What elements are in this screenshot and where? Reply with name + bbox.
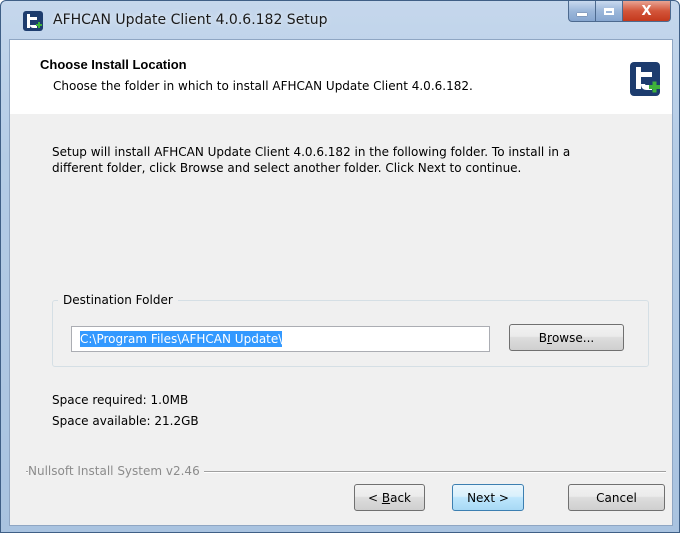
branding-separator: Nullsoft Install System v2.46 — [26, 464, 666, 478]
dialog-client-area: Choose Install Location Choose the folde… — [9, 39, 673, 526]
title-bar[interactable]: AFHCAN Update Client 4.0.6.182 Setup X — [1, 1, 679, 39]
page-title: Choose Install Location — [40, 57, 187, 72]
maximize-button[interactable] — [596, 1, 623, 22]
next-button[interactable]: Next > — [452, 484, 524, 511]
page-subtitle: Choose the folder in which to install AF… — [53, 79, 473, 93]
window-controls: X — [568, 1, 671, 23]
minimize-button[interactable] — [568, 1, 596, 22]
cancel-button[interactable]: Cancel — [568, 484, 665, 511]
afhcan-t-icon — [23, 11, 43, 31]
branding-text: Nullsoft Install System v2.46 — [28, 464, 204, 478]
destination-folder-label: Destination Folder — [58, 293, 178, 307]
back-button[interactable]: < Back — [354, 484, 425, 511]
window-title: AFHCAN Update Client 4.0.6.182 Setup — [53, 12, 328, 28]
destination-path-input[interactable]: C:\Program Files\AFHCAN Update\ — [71, 326, 490, 352]
header-divider — [10, 113, 672, 114]
space-required-text: Space required: 1.0MB — [52, 393, 189, 407]
maximize-icon — [604, 7, 614, 15]
space-available-text: Space available: 21.2GB — [52, 414, 199, 428]
destination-path-value: C:\Program Files\AFHCAN Update\ — [80, 331, 283, 347]
intro-line-1: Setup will install AFHCAN Update Client … — [52, 145, 571, 159]
page-header: Choose Install Location Choose the folde… — [10, 40, 672, 114]
close-button[interactable]: X — [623, 1, 671, 22]
minimize-icon — [577, 13, 587, 16]
close-icon: X — [641, 3, 652, 19]
intro-line-2: different folder, click Browse and selec… — [52, 161, 522, 175]
intro-text: Setup will install AFHCAN Update Client … — [52, 144, 612, 176]
afhcan-t-logo-icon — [630, 62, 660, 96]
browse-button[interactable]: Br owse... — [509, 324, 624, 351]
installer-window: AFHCAN Update Client 4.0.6.182 Setup X C… — [0, 0, 680, 533]
